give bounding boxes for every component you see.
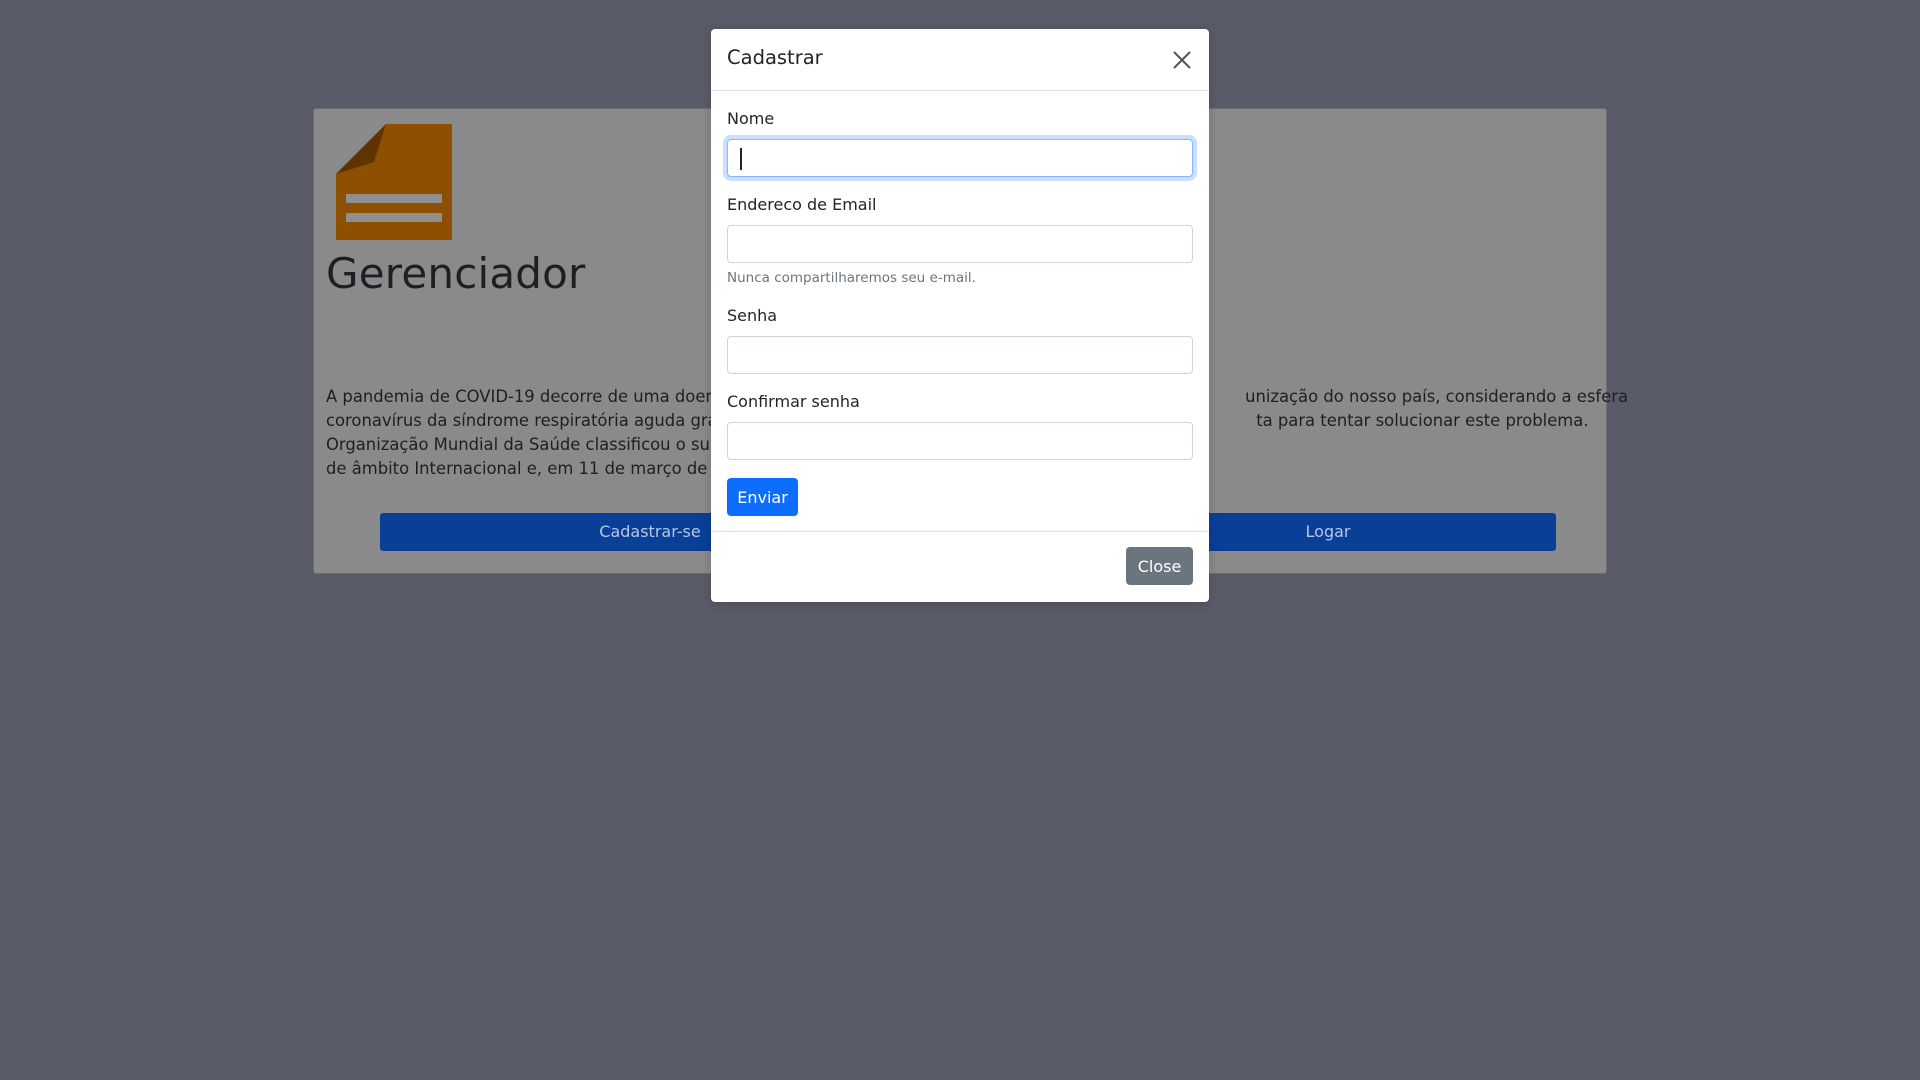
- modal-title: Cadastrar: [727, 46, 823, 69]
- intro-line-left: Organização Mundial da Saúde classificou…: [326, 435, 774, 454]
- modal-body: Nome Endereco de Email Nunca compartilha…: [711, 91, 1209, 532]
- name-input[interactable]: [727, 139, 1193, 177]
- name-label: Nome: [727, 109, 775, 128]
- close-button[interactable]: Close: [1126, 547, 1193, 585]
- password-label: Senha: [727, 306, 778, 325]
- intro-line-right: ta para tentar solucionar este problema.: [1256, 411, 1589, 430]
- email-help-text: Nunca compartilharemos seu e-mail.: [727, 270, 976, 286]
- intro-line-left: A pandemia de COVID-19 decorre de uma do…: [326, 387, 766, 406]
- email-label: Endereco de Email: [727, 195, 877, 214]
- intro-line-right: unização do nosso país, considerando a e…: [1245, 387, 1629, 406]
- password-input[interactable]: [727, 336, 1193, 374]
- modal-header: Cadastrar: [711, 29, 1209, 91]
- page-title: Gerenciador: [326, 249, 586, 298]
- intro-line-left: coronavírus da síndrome respiratória agu…: [326, 411, 775, 430]
- email-input[interactable]: [727, 225, 1193, 263]
- text-caret: [740, 148, 742, 170]
- modal-footer: Close: [711, 532, 1209, 603]
- submit-button[interactable]: Enviar: [727, 478, 798, 516]
- register-modal: Cadastrar Nome Endereco de Email Nunca c…: [711, 29, 1209, 602]
- close-icon[interactable]: [1171, 49, 1193, 71]
- confirm-password-label: Confirmar senha: [727, 392, 860, 411]
- intro-line-left: de âmbito Internacional e, em 11 de març…: [326, 459, 774, 478]
- document-icon: [336, 124, 452, 240]
- confirm-password-input[interactable]: [727, 422, 1193, 460]
